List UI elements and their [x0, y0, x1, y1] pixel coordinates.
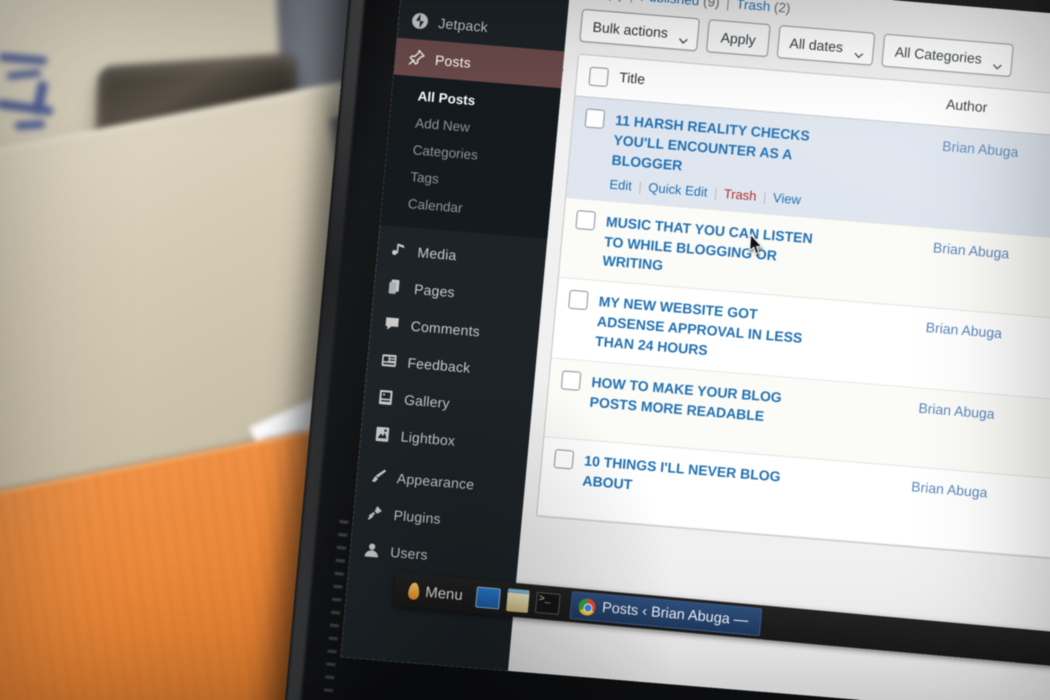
sidebar-item-label: Appearance — [396, 469, 476, 492]
row-author-cell[interactable]: Brian Abuga — [928, 239, 1050, 311]
column-header-author[interactable]: Author — [945, 96, 1050, 128]
filter-separator: | — [626, 0, 637, 3]
file-manager-icon[interactable] — [505, 587, 530, 613]
row-checkbox-cell — [538, 448, 585, 509]
filter-separator: | — [725, 0, 731, 11]
apply-button-label: Apply — [720, 28, 757, 48]
row-author-cell[interactable]: Brian Abuga — [936, 138, 1050, 231]
window-switcher-icon[interactable] — [474, 585, 501, 609]
user-icon — [362, 540, 383, 560]
chevron-down-icon — [854, 45, 865, 58]
post-title-link[interactable]: 10 THINGS I'LL NEVER BLOG ABOUT — [582, 451, 805, 509]
pin-icon — [406, 48, 427, 68]
select-all-checkbox[interactable] — [587, 66, 609, 88]
row-checkbox-cell — [560, 209, 607, 272]
row-author-cell[interactable]: Brian Abuga — [914, 400, 1050, 471]
menu-flame-icon — [407, 581, 421, 600]
chevron-down-icon — [679, 30, 690, 44]
apply-button[interactable]: Apply — [706, 19, 771, 58]
chevron-down-icon — [993, 56, 1004, 70]
filter-published-label[interactable]: Published — [640, 0, 700, 8]
sidebar-item-label: Pages — [413, 280, 456, 300]
chrome-icon — [577, 597, 596, 616]
plug-icon — [365, 503, 386, 523]
row-action-quick-edit[interactable]: Quick Edit — [648, 179, 708, 199]
row-checkbox[interactable] — [584, 108, 605, 129]
row-checkbox-cell — [545, 369, 592, 430]
media-icon — [389, 240, 410, 260]
post-title-link[interactable]: HOW TO MAKE YOUR BLOG POSTS MORE READABL… — [589, 373, 812, 431]
sidebar-item-label: Gallery — [403, 391, 451, 411]
row-action-trash[interactable]: Trash — [723, 186, 757, 204]
sidebar-item-label: Jetpack — [437, 14, 489, 35]
posts-table: Title Author Categories 11 HARSH REALITY… — [536, 53, 1050, 575]
filter-all-count: (9) — [606, 0, 624, 2]
row-checkbox-cell — [567, 107, 616, 191]
post-title-link[interactable]: MY NEW WEBSITE GOT ADSENSE APPROVAL IN L… — [594, 292, 819, 369]
row-action-separator: | — [713, 184, 719, 201]
row-checkbox[interactable] — [567, 289, 589, 311]
row-checkbox[interactable] — [553, 448, 574, 470]
sidebar-item-label: Feedback — [406, 354, 472, 376]
row-checkbox[interactable] — [574, 209, 596, 231]
row-title-cell: 10 THINGS I'LL NEVER BLOG ABOUT — [580, 451, 912, 536]
paintbrush-icon — [368, 466, 389, 486]
sidebar-item-label: Comments — [410, 317, 481, 339]
sidebar-item-label: Posts — [434, 51, 472, 71]
row-checkbox[interactable] — [560, 370, 581, 391]
row-author-cell[interactable]: Brian Abuga — [907, 478, 1050, 549]
feedback-icon — [379, 350, 400, 370]
posts-submenu: All Posts Add New Categories Tags Calend… — [379, 74, 562, 239]
row-action-separator: | — [762, 188, 768, 205]
sidebar-item-label: Media — [416, 243, 458, 263]
terminal-icon[interactable] — [534, 591, 561, 615]
row-title-cell: 11 HARSH REALITY CHECKS YOU'LL ENCOUNTER… — [609, 111, 943, 218]
filter-trash-label[interactable]: Trash — [736, 0, 771, 14]
start-menu-button[interactable]: Menu — [401, 579, 469, 606]
comment-icon — [382, 314, 403, 334]
jetpack-icon — [410, 11, 431, 31]
pages-icon — [386, 277, 407, 297]
lightbox-icon — [372, 424, 393, 444]
post-title-link[interactable]: MUSIC THAT YOU CAN LISTEN TO WHILE BLOGG… — [602, 212, 827, 289]
select-all-checkbox-cell — [576, 66, 620, 88]
date-filter-value: All dates — [788, 34, 844, 55]
filter-trash-count: (2) — [773, 0, 792, 16]
date-filter-select[interactable]: All dates — [776, 24, 876, 66]
filter-published-count: (9) — [702, 0, 721, 10]
row-checkbox-cell — [552, 289, 599, 352]
sidebar-item-label: Plugins — [392, 506, 442, 527]
photo-scene: G Site Kit Jetpack — [0, 0, 1050, 700]
row-action-view[interactable]: View — [772, 190, 801, 207]
category-filter-value: All Categories — [894, 43, 983, 67]
sidebar-item-label: Lightbox — [400, 427, 456, 449]
sidebar-item-label: Users — [389, 543, 429, 563]
bulk-actions-value: Bulk actions — [592, 18, 669, 41]
taskbar-window-title: Posts ‹ Brian Abuga — — [601, 599, 749, 630]
row-action-separator: | — [637, 178, 643, 194]
row-action-edit[interactable]: Edit — [609, 176, 633, 193]
row-author-cell[interactable]: Brian Abuga — [921, 319, 1050, 391]
post-title-link[interactable]: 11 HARSH REALITY CHECKS YOU'LL ENCOUNTER… — [611, 111, 836, 188]
gallery-icon — [375, 387, 396, 407]
start-menu-label: Menu — [424, 583, 464, 604]
